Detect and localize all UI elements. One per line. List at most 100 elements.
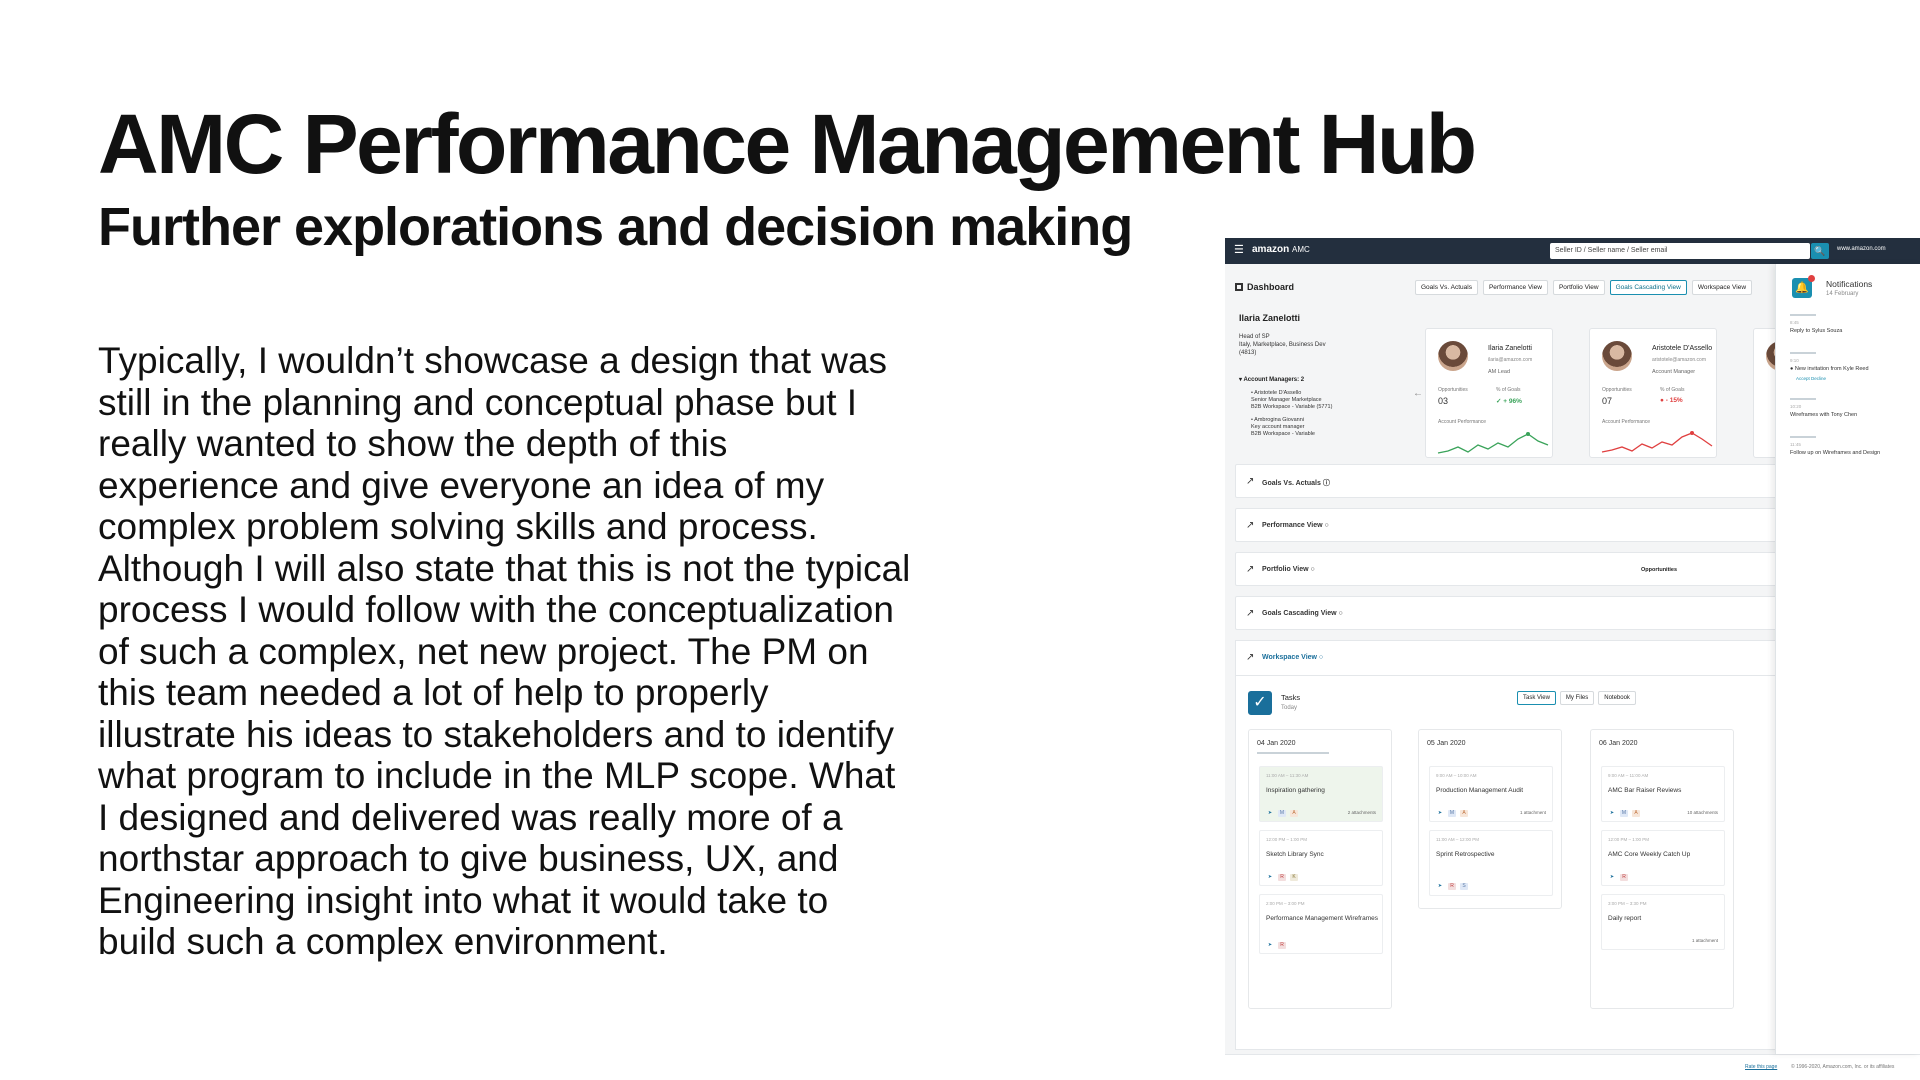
send-icon[interactable]: ➤ [1266,874,1274,881]
trend-icon: ↗ [1246,652,1255,663]
tab-task-view[interactable]: Task View [1517,691,1556,705]
divider [1790,314,1816,316]
view-tabs: Goals Vs. Actuals Performance View Portf… [1415,280,1753,295]
task-attachments[interactable]: 2 attachments [1348,810,1376,815]
assignee-icon: A [1632,810,1640,817]
task-title: Daily report [1608,915,1642,922]
dashboard-heading: Dashboard [1235,282,1294,292]
task-title: Sketch Library Sync [1266,851,1324,858]
copyright-text: © 1996-2020, Amazon.com, Inc. or its aff… [1791,1064,1895,1070]
trend-icon: ↗ [1246,476,1255,487]
task-attachments[interactable]: 10 attachments [1687,810,1718,815]
app-topbar: ☰ amazon AMC Seller ID / Seller name / S… [1225,238,1920,264]
avatar [1438,341,1468,371]
section-title: Goals Vs. Actuals ⓘ [1262,480,1330,487]
task-time: 3:00 PM – 3:30 PM [1608,901,1647,906]
task-attachments[interactable]: 1 attachment [1520,810,1546,815]
team-member-card[interactable]: Ilaria Zanelotti ilaria@amazon.com AM Le… [1425,328,1553,458]
task-time: 9:00 AM – 10:00 AM [1436,773,1477,778]
goal-pct-value: ✓ + 96% [1496,398,1522,405]
assignee-icon: K [1290,874,1298,881]
seller-search-input[interactable]: Seller ID / Seller name / Seller email [1550,243,1810,259]
section-title: Portfolio View ○ [1262,566,1315,573]
dashboard-icon [1235,283,1243,291]
slide-title: AMC Performance Management Hub [98,97,1477,191]
notification-item[interactable]: Follow up on Wireframes and Design [1790,450,1880,456]
notifications-panel: 🔔 Notifications 14 February 8:45 Reply t… [1775,264,1920,1054]
task-card[interactable]: 12:00 PM – 1:00 PM AMC Core Weekly Catch… [1601,830,1725,886]
tab-goals-cascading-view[interactable]: Goals Cascading View [1609,280,1687,295]
account-managers-toggle[interactable]: ▾ Account Managers: 2 [1239,376,1304,383]
task-card[interactable]: 2:00 PM – 3:00 PM Performance Management… [1259,894,1383,954]
search-icon[interactable]: 🔍 [1811,243,1829,259]
assignee-icon: R [1278,874,1286,881]
divider [1790,352,1816,354]
notification-time: 9:10 [1790,358,1799,363]
task-card[interactable]: 12:00 PM – 1:00 PM Sketch Library Sync ➤… [1259,830,1383,886]
send-icon[interactable]: ➤ [1436,810,1444,817]
back-arrow-icon[interactable]: ← [1413,388,1423,399]
section-title[interactable]: Workspace View ○ [1262,654,1323,661]
day-column: 04 Jan 2020 11:00 AM – 11:30 AM Inspirat… [1248,729,1392,1009]
card-name: Aristotele D'Assello [1652,345,1713,352]
assignee-icon: S [1460,883,1468,890]
account-manager-item[interactable]: • Aristotele D'Assello Senior Manager Ma… [1251,390,1332,411]
notification-badge [1808,275,1815,282]
task-attachments[interactable]: 1 attachment [1692,938,1718,943]
notification-item[interactable]: Wireframes with Tony Chen [1790,412,1857,418]
tasks-title: Tasks [1281,693,1301,702]
account-managers-list: • Aristotele D'Assello Senior Manager Ma… [1251,390,1332,444]
metric-value: 07 [1602,396,1613,406]
tab-performance-view[interactable]: Performance View [1482,280,1548,295]
notification-item[interactable]: Reply to Sylus Souza [1790,328,1842,334]
person-name: Ilaria Zanelotti [1239,313,1301,323]
card-role: Account Manager [1652,369,1696,375]
metric-value: 03 [1438,396,1449,406]
app-mockup-screenshot: ☰ amazon AMC Seller ID / Seller name / S… [1225,238,1920,1080]
invitation-actions[interactable]: Accept Decline [1796,376,1826,381]
task-icons: ➤ R K [1266,874,1298,881]
task-icons: ➤ M A [1436,810,1468,817]
trend-icon: ↗ [1246,608,1255,619]
task-icons: ➤ M A [1608,810,1640,817]
divider [1790,398,1816,400]
menu-icon[interactable]: ☰ [1234,245,1244,256]
tab-portfolio-view[interactable]: Portfolio View [1552,280,1605,295]
day-column: 05 Jan 2020 9:00 AM – 10:00 AM Productio… [1418,729,1562,909]
send-icon[interactable]: ➤ [1608,810,1616,817]
account-menu[interactable]: www.amazon.com [1837,246,1886,252]
tab-goals-vs-actuals[interactable]: Goals Vs. Actuals [1415,280,1478,295]
assignee-icon: M [1620,810,1628,817]
task-time: 2:00 PM – 3:00 PM [1266,901,1305,906]
send-icon[interactable]: ➤ [1608,874,1616,881]
task-time: 11:00 AM – 11:30 AM [1266,773,1309,778]
send-icon[interactable]: ➤ [1436,883,1444,890]
send-icon[interactable]: ➤ [1266,810,1274,817]
task-title: Performance Management Wireframes [1266,915,1378,922]
send-icon[interactable]: ➤ [1266,942,1274,949]
slide-body-text: Typically, I wouldn’t showcase a design … [98,340,911,962]
divider [1790,436,1816,438]
rate-page-link[interactable]: Rate this page [1745,1064,1777,1070]
task-card[interactable]: 9:00 AM – 11:00 AM AMC Bar Raiser Review… [1601,766,1725,822]
notification-item[interactable]: ● New invitation from Kyle Reed [1790,366,1869,372]
day-column: 06 Jan 2020 9:00 AM – 11:00 AM AMC Bar R… [1590,729,1734,1009]
task-card[interactable]: 11:00 AM – 12:00 PM Sprint Retrospective… [1429,830,1553,896]
tab-notebook[interactable]: Notebook [1598,691,1636,705]
metric-label: Opportunities [1438,387,1468,393]
notification-time: 10:20 [1790,404,1802,409]
person-meta: Head of SP Italy, Marketplace, Business … [1239,334,1326,356]
task-card[interactable]: 3:00 PM – 3:30 PM Daily report 1 attachm… [1601,894,1725,950]
task-card[interactable]: 11:00 AM – 11:30 AM Inspiration gatherin… [1259,766,1383,822]
tab-my-files[interactable]: My Files [1559,691,1595,705]
notification-time: 8:45 [1790,320,1799,325]
task-title: Inspiration gathering [1266,787,1325,794]
card-email: ilaria@amazon.com [1488,357,1533,363]
tab-workspace-view[interactable]: Workspace View [1691,280,1753,295]
section-title: Performance View ○ [1262,522,1329,529]
brand-logo[interactable]: amazon AMC [1252,244,1310,256]
team-member-card[interactable]: Aristotele D'Assello aristotele@amazon.c… [1589,328,1717,458]
account-manager-item[interactable]: • Ambrogina Giovanni Key account manager… [1251,417,1332,438]
assignee-icon: R [1448,883,1456,890]
task-card[interactable]: 9:00 AM – 10:00 AM Production Management… [1429,766,1553,822]
